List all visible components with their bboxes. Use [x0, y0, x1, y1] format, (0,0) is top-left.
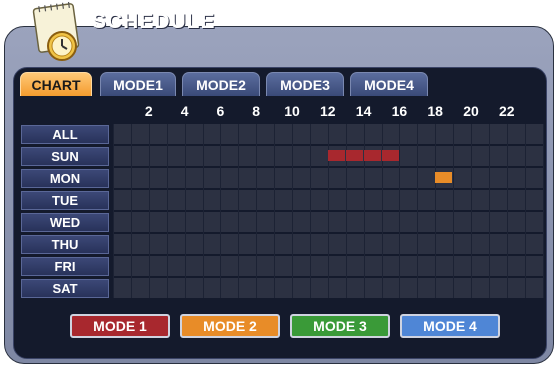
day-label-wed[interactable]: WED: [21, 213, 109, 232]
hour-label-22: 22: [499, 103, 515, 119]
hour-label-6: 6: [216, 103, 225, 119]
day-label-sun[interactable]: SUN: [21, 147, 109, 166]
grid-line: [256, 124, 257, 298]
hour-label-2: 2: [144, 103, 153, 119]
grid-line: [310, 124, 311, 298]
hour-label-14: 14: [355, 103, 372, 119]
page-title: SCHEDULE: [92, 10, 216, 33]
schedule-block-sun-13[interactable]: [346, 150, 363, 161]
hour-label-18: 18: [427, 103, 443, 119]
grid-line: [471, 124, 472, 298]
grid-line: [399, 124, 400, 298]
grid-line: [167, 124, 168, 298]
grid-line: [203, 124, 204, 298]
grid-line: [292, 124, 293, 298]
mode2-button[interactable]: MODE 2: [180, 314, 280, 338]
mode3-button[interactable]: MODE 3: [290, 314, 390, 338]
tab-mode4[interactable]: MODE4: [350, 72, 428, 96]
grid-line: [238, 124, 239, 298]
tab-chart[interactable]: CHART: [20, 72, 92, 96]
day-label-tue[interactable]: TUE: [21, 191, 109, 210]
hour-label-12: 12: [320, 103, 336, 119]
grid-line: [543, 124, 544, 298]
grid-line: [507, 124, 508, 298]
schedule-block-sun-12[interactable]: [328, 150, 345, 161]
grid-line: [220, 124, 221, 298]
tab-mode2[interactable]: MODE2: [182, 72, 260, 96]
grid-line: [131, 124, 132, 298]
tab-mode1[interactable]: MODE1: [100, 72, 176, 96]
mode1-button[interactable]: MODE 1: [70, 314, 170, 338]
grid-line: [453, 124, 454, 298]
day-label-sat[interactable]: SAT: [21, 279, 109, 298]
hour-label-4: 4: [180, 103, 189, 119]
grid-line: [113, 124, 114, 298]
schedule-block-sun-14[interactable]: [364, 150, 381, 161]
day-label-fri[interactable]: FRI: [21, 257, 109, 276]
hour-label-10: 10: [284, 103, 300, 119]
grid-line: [185, 124, 186, 298]
grid-line: [149, 124, 150, 298]
schedule-block-mon-18[interactable]: [435, 172, 452, 183]
grid-line: [417, 124, 418, 298]
hour-label-8: 8: [252, 103, 261, 119]
hour-label-16: 16: [391, 103, 408, 119]
hour-label-20: 20: [463, 103, 479, 119]
grid-line: [489, 124, 490, 298]
schedule-block-sun-15[interactable]: [382, 150, 399, 161]
day-label-all[interactable]: ALL: [21, 125, 109, 144]
grid-line: [525, 124, 526, 298]
day-label-thu[interactable]: THU: [21, 235, 109, 254]
mode4-button[interactable]: MODE 4: [400, 314, 500, 338]
day-label-mon[interactable]: MON: [21, 169, 109, 188]
grid-line: [435, 124, 436, 298]
grid-line: [274, 124, 275, 298]
clock-notepad-icon: [32, 1, 80, 61]
tab-mode3[interactable]: MODE3: [266, 72, 344, 96]
